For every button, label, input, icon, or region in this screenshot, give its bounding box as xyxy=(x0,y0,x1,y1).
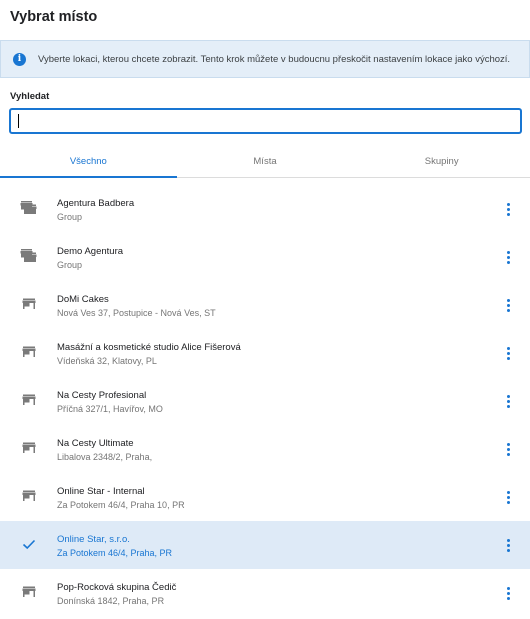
location-text: Masážní a kosmetické studio Alice Fišero… xyxy=(57,342,241,366)
location-subtitle: Group xyxy=(57,212,83,222)
location-name: Pop-Rocková skupina Čedič xyxy=(57,582,177,593)
location-item[interactable]: Demo Agentura Group xyxy=(0,233,530,281)
filter-tabs: Všechno Místa Skupiny xyxy=(0,145,530,178)
location-subtitle: Donínská 1842, Praha, PR xyxy=(57,596,165,606)
location-item[interactable]: Masážní a kosmetické studio Alice Fišero… xyxy=(0,329,530,377)
location-text: Pop-Rocková skupina Čedič Donínská 1842, … xyxy=(57,582,176,606)
location-item[interactable]: Online Star, s.r.o. Za Potokem 46/4, Prah… xyxy=(0,521,530,569)
store-icon xyxy=(20,487,38,505)
more-options-icon[interactable] xyxy=(500,489,516,505)
location-name: Agentura Badbera xyxy=(57,198,135,209)
location-text: Online Star - Internal Za Potokem 46/4, P… xyxy=(57,486,185,510)
more-options-icon[interactable] xyxy=(500,201,516,217)
location-text: Demo Agentura Group xyxy=(57,246,123,270)
location-item[interactable]: DoMi Cakes Nová Ves 37, Postupice - Nová … xyxy=(0,281,530,329)
location-subtitle: Group xyxy=(57,260,83,270)
more-options-icon[interactable] xyxy=(500,297,516,313)
location-name: Online Star - Internal xyxy=(57,486,145,497)
location-name: Masážní a kosmetické studio Alice Fišero… xyxy=(57,342,241,353)
tab-places[interactable]: Místa xyxy=(177,145,354,177)
location-subtitle: Vídeňská 32, Klatovy, PL xyxy=(57,356,157,366)
location-subtitle: Za Potokem 46/4, Praha 10, PR xyxy=(57,500,185,510)
location-item[interactable]: Na Cesty Ultimate Libalova 2348/2, Praha, xyxy=(0,425,530,473)
search-label: Vyhledat xyxy=(10,91,50,102)
location-item[interactable]: Pop-Rocková skupina Čedič Donínská 1842, … xyxy=(0,569,530,617)
text-cursor xyxy=(18,114,19,128)
more-options-icon[interactable] xyxy=(500,345,516,361)
location-item[interactable]: Na Cesty Profesional Příčná 327/1, Havířo… xyxy=(0,377,530,425)
location-name: Na Cesty Ultimate xyxy=(57,438,134,449)
group-store-icon xyxy=(20,199,38,217)
location-text: DoMi Cakes Nová Ves 37, Postupice - Nová … xyxy=(57,294,216,318)
search-input[interactable] xyxy=(9,108,522,134)
location-name: DoMi Cakes xyxy=(57,294,109,305)
location-text: Agentura Badbera Group xyxy=(57,198,134,222)
info-icon: i xyxy=(13,52,26,66)
location-text: Na Cesty Profesional Příčná 327/1, Havířo… xyxy=(57,390,163,414)
more-options-icon[interactable] xyxy=(500,393,516,409)
dialog-title: Vybrat místo xyxy=(10,9,98,25)
location-text: Online Star, s.r.o. Za Potokem 46/4, Prah… xyxy=(57,534,172,558)
tab-all[interactable]: Všechno xyxy=(0,145,177,178)
store-icon xyxy=(20,391,38,409)
location-subtitle: Libalova 2348/2, Praha, xyxy=(57,452,153,462)
store-icon xyxy=(20,343,38,361)
location-name: Online Star, s.r.o. xyxy=(57,534,130,545)
store-icon xyxy=(20,583,38,601)
location-list: Agentura Badbera Group Demo Agentura Group D… xyxy=(0,185,530,617)
location-name: Demo Agentura xyxy=(57,246,124,257)
location-item[interactable]: Agentura Badbera Group xyxy=(0,185,530,233)
location-item[interactable]: Online Star - Internal Za Potokem 46/4, P… xyxy=(0,473,530,521)
location-name: Na Cesty Profesional xyxy=(57,390,147,401)
location-subtitle: Za Potokem 46/4, Praha, PR xyxy=(57,548,173,558)
info-text: Vyberte lokaci, kterou chcete zobrazit. … xyxy=(38,53,511,65)
tab-groups[interactable]: Skupiny xyxy=(353,145,530,177)
location-subtitle: Nová Ves 37, Postupice - Nová Ves, ST xyxy=(57,308,216,318)
group-store-icon xyxy=(20,247,38,265)
more-options-icon[interactable] xyxy=(500,249,516,265)
info-banner: i Vyberte lokaci, kterou chcete zobrazit… xyxy=(0,40,530,78)
location-subtitle: Příčná 327/1, Havířov, MO xyxy=(57,404,163,414)
more-options-icon[interactable] xyxy=(500,441,516,457)
more-options-icon[interactable] xyxy=(500,585,516,601)
check-icon xyxy=(20,535,38,553)
store-icon xyxy=(20,295,38,313)
store-icon xyxy=(20,439,38,457)
location-text: Na Cesty Ultimate Libalova 2348/2, Praha, xyxy=(57,438,152,462)
more-options-icon[interactable] xyxy=(500,537,516,553)
